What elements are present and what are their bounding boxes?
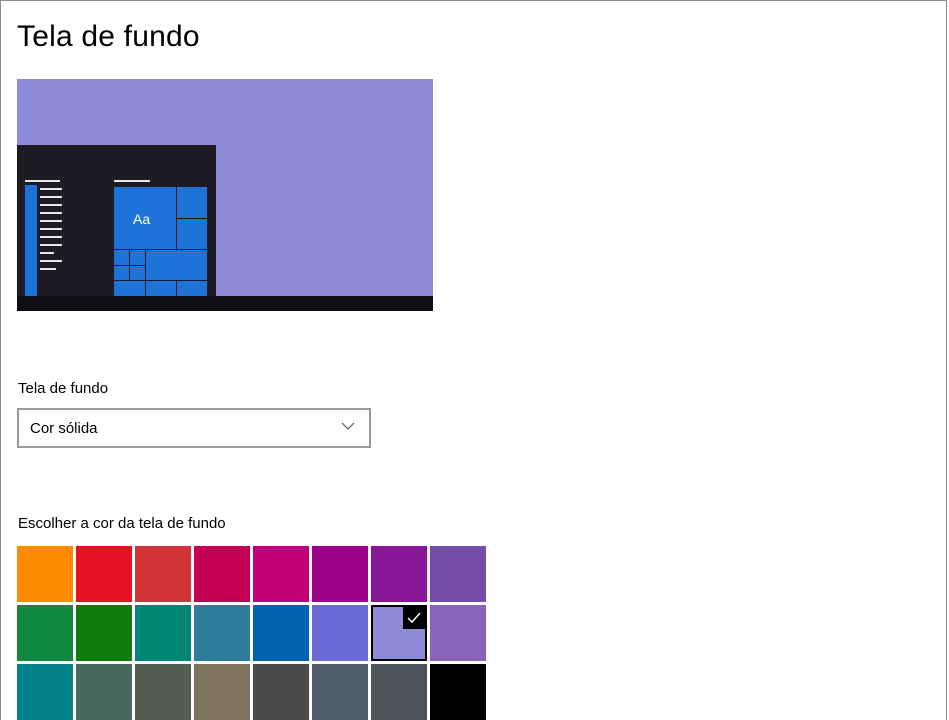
background-type-label: Tela de fundo bbox=[18, 380, 109, 397]
color-swatch[interactable] bbox=[135, 664, 191, 720]
page-title: Tela de fundo bbox=[17, 20, 200, 53]
color-swatch[interactable] bbox=[135, 605, 191, 661]
preview-sample-text: Aa bbox=[133, 211, 151, 227]
color-swatch[interactable] bbox=[17, 664, 73, 720]
color-swatch[interactable] bbox=[312, 605, 368, 661]
chevron-down-icon bbox=[341, 422, 355, 430]
preview-menu-line bbox=[40, 244, 62, 246]
color-swatch[interactable] bbox=[76, 605, 132, 661]
preview-menu-line bbox=[40, 268, 56, 270]
background-type-dropdown[interactable]: Cor sólida bbox=[17, 408, 371, 448]
color-swatch[interactable] bbox=[76, 546, 132, 602]
preview-menu-line bbox=[40, 228, 62, 230]
color-swatch[interactable] bbox=[371, 605, 427, 661]
preview-tiles-header bbox=[114, 180, 150, 182]
preview-menu-icons bbox=[25, 185, 37, 296]
preview-menu-line bbox=[40, 260, 62, 262]
preview-menu-line bbox=[40, 188, 62, 190]
color-swatch[interactable] bbox=[312, 664, 368, 720]
preview-taskbar bbox=[17, 296, 433, 311]
color-swatch[interactable] bbox=[17, 546, 73, 602]
preview-menu-line bbox=[40, 252, 54, 254]
preview-menu-line bbox=[40, 220, 62, 222]
color-swatch[interactable] bbox=[430, 605, 486, 661]
color-swatch[interactable] bbox=[194, 605, 250, 661]
color-swatch[interactable] bbox=[430, 546, 486, 602]
color-swatch[interactable] bbox=[135, 546, 191, 602]
color-swatch[interactable] bbox=[371, 664, 427, 720]
color-swatch[interactable] bbox=[253, 605, 309, 661]
background-type-value: Cor sólida bbox=[30, 420, 98, 437]
color-swatch[interactable] bbox=[312, 546, 368, 602]
color-swatch[interactable] bbox=[253, 546, 309, 602]
preview-menu-line bbox=[40, 204, 62, 206]
preview-tiles: Aa bbox=[114, 187, 207, 296]
color-swatch[interactable] bbox=[194, 546, 250, 602]
color-swatch[interactable] bbox=[371, 546, 427, 602]
color-swatch[interactable] bbox=[17, 605, 73, 661]
preview-menu-line bbox=[40, 236, 62, 238]
preview-menu-header bbox=[25, 180, 60, 182]
preview-menu-line bbox=[40, 212, 62, 214]
color-swatch[interactable] bbox=[253, 664, 309, 720]
preview-menu-line bbox=[40, 196, 62, 198]
preview-start-menu: Aa bbox=[17, 145, 216, 296]
color-swatch[interactable] bbox=[76, 664, 132, 720]
background-preview: Aa bbox=[17, 79, 433, 311]
checkmark-icon bbox=[403, 607, 425, 629]
color-swatch[interactable] bbox=[430, 664, 486, 720]
choose-color-label: Escolher a cor da tela de fundo bbox=[18, 515, 226, 532]
color-swatch[interactable] bbox=[194, 664, 250, 720]
